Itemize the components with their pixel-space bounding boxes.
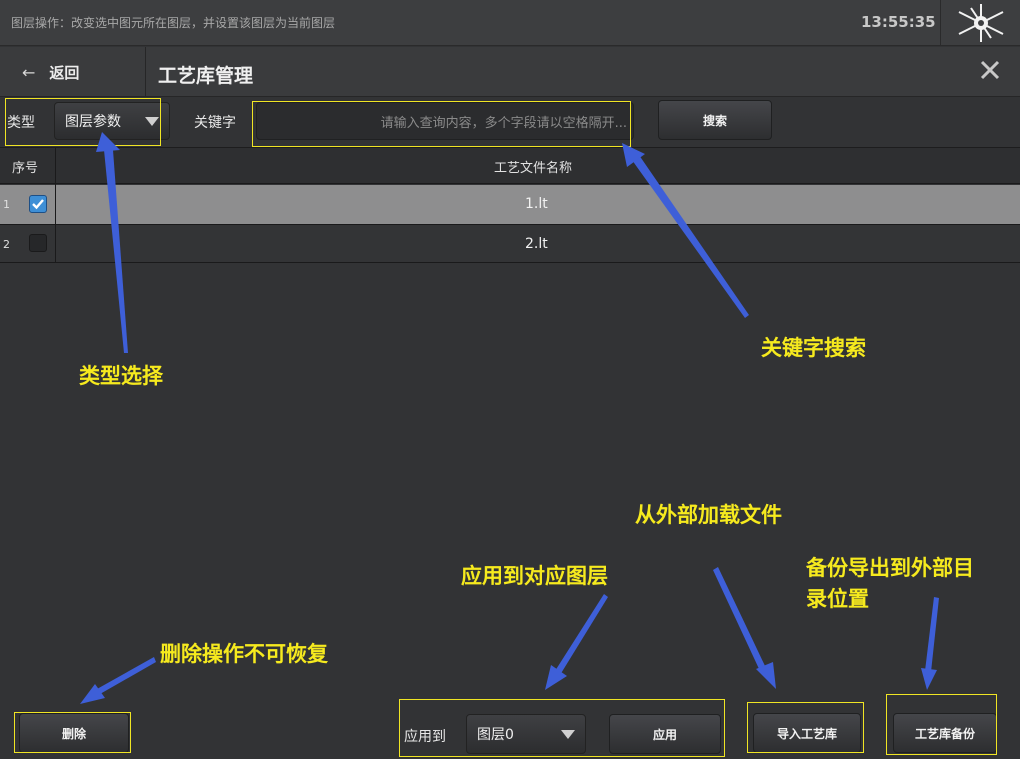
annotation-apply-layer: 应用到对应图层 bbox=[461, 564, 608, 588]
annotation-type-select: 类型选择 bbox=[79, 364, 163, 388]
annotation-delete-warning: 删除操作不可恢复 bbox=[160, 642, 328, 666]
arrowhead-type-select bbox=[96, 132, 120, 152]
arrow-to-apply bbox=[555, 594, 608, 675]
arrow-to-import bbox=[713, 567, 766, 671]
annotation-keyword-search: 关键字搜索 bbox=[761, 336, 866, 360]
annotation-load-external: 从外部加载文件 bbox=[635, 503, 782, 527]
arrow-to-backup bbox=[925, 597, 939, 672]
arrow-to-delete bbox=[97, 657, 156, 694]
arrowhead-backup bbox=[921, 668, 937, 690]
arrow-to-type-select bbox=[104, 150, 128, 353]
annotation-backup-line2: 录位置 bbox=[806, 587, 869, 611]
annotation-backup-line1: 备份导出到外部目 bbox=[806, 556, 974, 580]
arrow-to-keyword bbox=[632, 155, 749, 318]
